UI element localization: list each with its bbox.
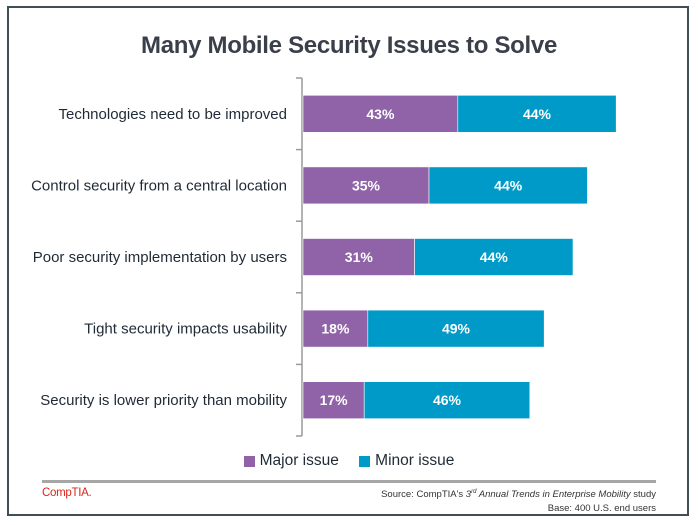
category-labels: Technologies need to be improved Control … — [31, 106, 287, 409]
legend-swatch-major — [243, 455, 255, 467]
base-line: Base: 400 U.S. end users — [547, 503, 656, 515]
legend-item-major: Major issue — [243, 452, 339, 470]
source-line: Source: CompTIA's 3rd Annual Trends in E… — [381, 485, 656, 502]
legend: Major issue Minor issue — [0, 452, 698, 472]
y-axis — [296, 77, 303, 437]
source-ordinal-sup: rd — [471, 489, 477, 495]
bar-label-minor: 44% — [523, 106, 552, 122]
bar-chart: Technologies need to be improved Control … — [31, 77, 617, 437]
legend-label-minor: Minor issue — [375, 452, 455, 469]
bar-label-minor: 46% — [433, 392, 462, 408]
category-label: Control security from a central location — [31, 177, 287, 194]
bar-label-major: 43% — [366, 106, 395, 122]
category-label: Technologies need to be improved — [59, 106, 288, 123]
legend-item-minor: Minor issue — [359, 452, 454, 470]
bar-label-major: 18% — [321, 321, 350, 337]
bars: 43% 44% 35% 44% 31% 44% 18% 49% 17% 46% — [302, 95, 617, 420]
category-label: Poor security implementation by users — [33, 249, 287, 266]
bar-label-minor: 49% — [442, 321, 471, 337]
source-prefix: Source: CompTIA's — [381, 489, 466, 501]
bar-label-major: 17% — [320, 392, 349, 408]
legend-label-major: Major issue — [259, 452, 339, 469]
legend-swatch-minor — [359, 455, 371, 467]
bar-label-minor: 44% — [494, 177, 523, 193]
bar-label-major: 31% — [345, 249, 374, 265]
bar-label-minor: 44% — [480, 249, 509, 265]
source-note: Source: CompTIA's 3rd Annual Trends in E… — [381, 485, 656, 516]
category-label: Tight security impacts usability — [84, 321, 287, 338]
footer-divider — [42, 480, 656, 483]
bar-label-major: 35% — [352, 177, 381, 193]
source-title: Annual Trends in Enterprise Mobility — [478, 489, 631, 501]
category-label: Security is lower priority than mobility — [40, 392, 287, 409]
source-suffix: study — [630, 489, 656, 501]
comptia-logo: CompTIA. — [42, 487, 92, 499]
